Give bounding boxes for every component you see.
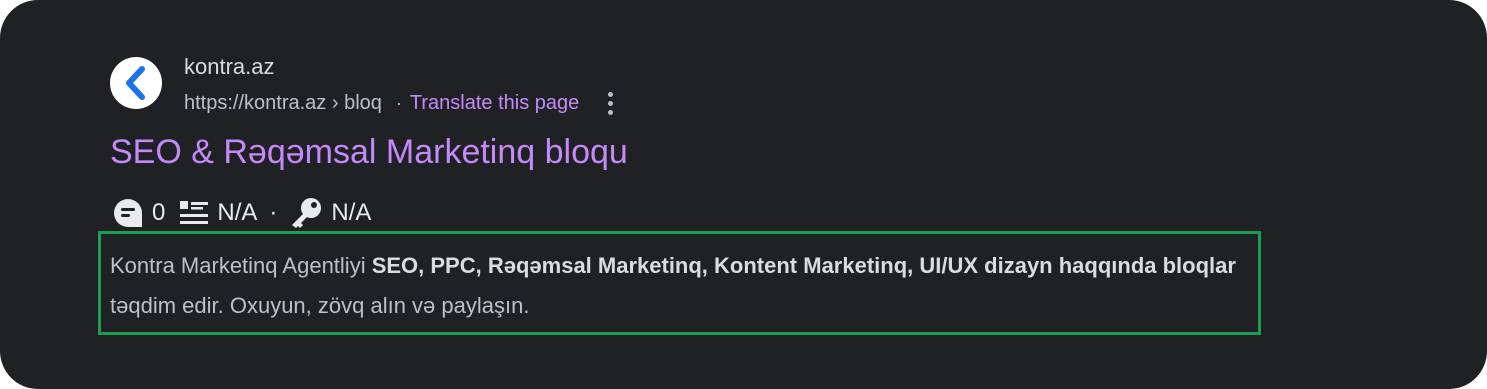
search-result-card: kontra.az https://kontra.az › bloq · Tra… <box>0 0 1487 389</box>
site-favicon[interactable] <box>110 57 162 109</box>
result-url[interactable]: https://kontra.az › bloq <box>184 92 382 115</box>
snippet-text-end: təqdim edir. Oxuyun, zövq alın və paylaş… <box>110 293 530 318</box>
translate-link[interactable]: Translate this page <box>410 92 579 115</box>
list-icon <box>179 199 209 227</box>
result-snippet: Kontra Marketinq Agentliyi SEO, PPC, Rəq… <box>110 246 1250 326</box>
chevron-left-icon <box>126 66 145 100</box>
key-icon <box>289 197 323 229</box>
comments-count: 0 <box>152 199 166 226</box>
list-value: N/A <box>217 199 258 226</box>
metrics-row: 0 N/A · N/A <box>112 197 371 229</box>
key-value: N/A <box>331 199 372 226</box>
breadcrumb: https://kontra.az › bloq · Translate thi… <box>184 90 615 116</box>
separator-dot: · <box>395 92 402 113</box>
site-name[interactable]: kontra.az <box>184 54 275 80</box>
comment-bubble-icon <box>112 197 144 229</box>
result-title-link[interactable]: SEO & Rəqəmsal Marketinq bloqu <box>110 133 628 172</box>
snippet-text: Kontra Marketinq Agentliyi <box>110 253 372 278</box>
snippet-bold-text: SEO, PPC, Rəqəmsal Marketinq, Kontent Ma… <box>371 253 1236 278</box>
metrics-separator: · <box>269 199 278 226</box>
more-vert-icon[interactable] <box>605 90 615 116</box>
